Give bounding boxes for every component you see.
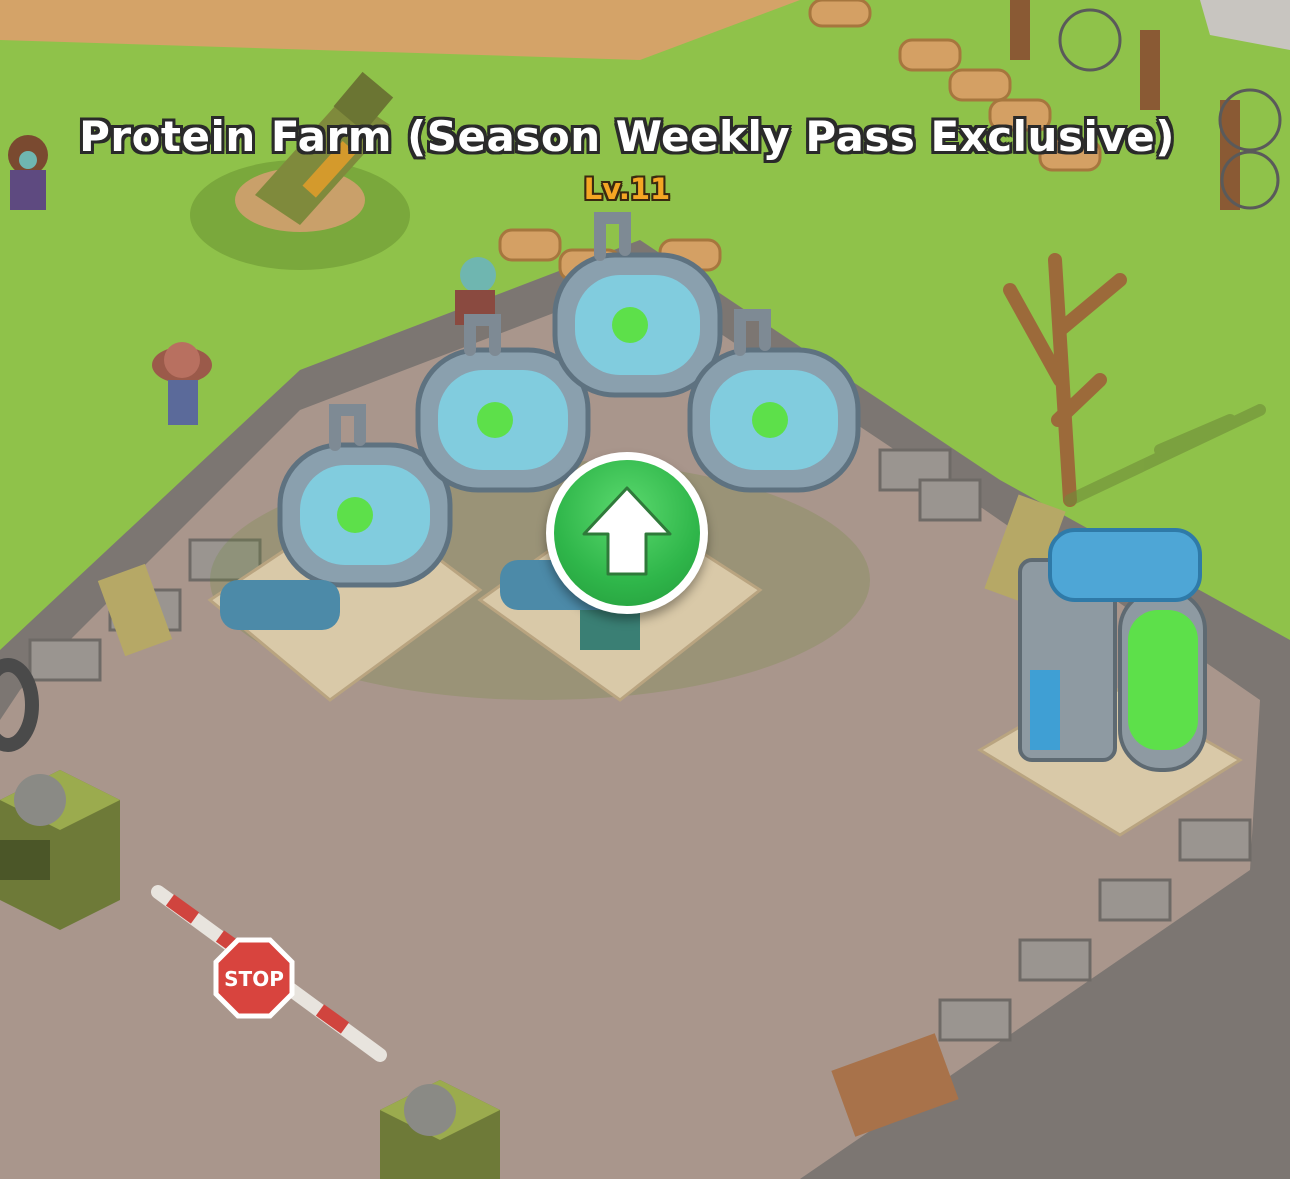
game-scene[interactable]: STOP Protein Farm (Season Weekly Pass Ex… <box>0 0 1290 1179</box>
farm-unit-3 <box>552 252 723 398</box>
building-level-label: Lv.11 <box>583 172 671 206</box>
building-name-label: Protein Farm (Season Weekly Pass Exclusi… <box>79 112 1175 161</box>
turret-left[interactable] <box>0 770 120 930</box>
farm-unit-4 <box>687 347 861 493</box>
upgrade-button[interactable] <box>546 452 708 614</box>
arrow-up-icon <box>582 486 672 576</box>
stop-sign-text: STOP <box>224 967 284 991</box>
